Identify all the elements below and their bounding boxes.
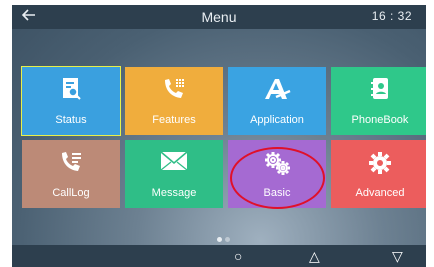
tile-label: PhoneBook — [351, 114, 409, 126]
features-icon — [125, 77, 223, 106]
tile-label: CallLog — [52, 187, 90, 199]
recent-nav-button[interactable]: △ — [309, 247, 320, 265]
advanced-gear-icon — [331, 150, 426, 181]
tile-features[interactable]: Features — [125, 67, 223, 135]
tile-label: Advanced — [355, 187, 405, 199]
home-nav-button[interactable]: ○ — [234, 247, 242, 265]
tile-status[interactable]: Status — [21, 66, 121, 136]
page-title: Menu — [201, 9, 237, 25]
page-indicator — [217, 237, 237, 243]
page-dot — [225, 237, 230, 242]
tile-label: Application — [250, 114, 304, 126]
tile-application[interactable]: Application — [228, 67, 326, 135]
phonebook-icon — [331, 77, 426, 106]
tile-calllog[interactable]: CallLog — [22, 140, 120, 208]
tile-label: Features — [152, 114, 196, 126]
top-bar: Menu 16 : 32 — [12, 5, 426, 29]
tile-advanced[interactable]: Advanced — [331, 140, 426, 208]
nav-bar: ○ △ ▽ — [12, 245, 426, 267]
tile-label: Status — [55, 114, 87, 126]
tile-label: Message — [151, 187, 197, 199]
status-icon — [22, 77, 120, 106]
tile-phonebook[interactable]: PhoneBook — [331, 67, 426, 135]
page-dot — [217, 237, 222, 242]
phone-device: Menu 16 : 32 Status Features Application… — [8, 0, 426, 267]
back-nav-button[interactable]: ▽ — [392, 247, 403, 265]
application-icon — [228, 77, 326, 106]
highlight-circle — [230, 147, 325, 209]
calllog-icon — [22, 150, 120, 179]
phone-screen: Menu 16 : 32 Status Features Application… — [12, 5, 426, 267]
clock: 16 : 32 — [371, 9, 412, 23]
message-icon — [125, 150, 223, 177]
tile-message[interactable]: Message — [125, 140, 223, 208]
